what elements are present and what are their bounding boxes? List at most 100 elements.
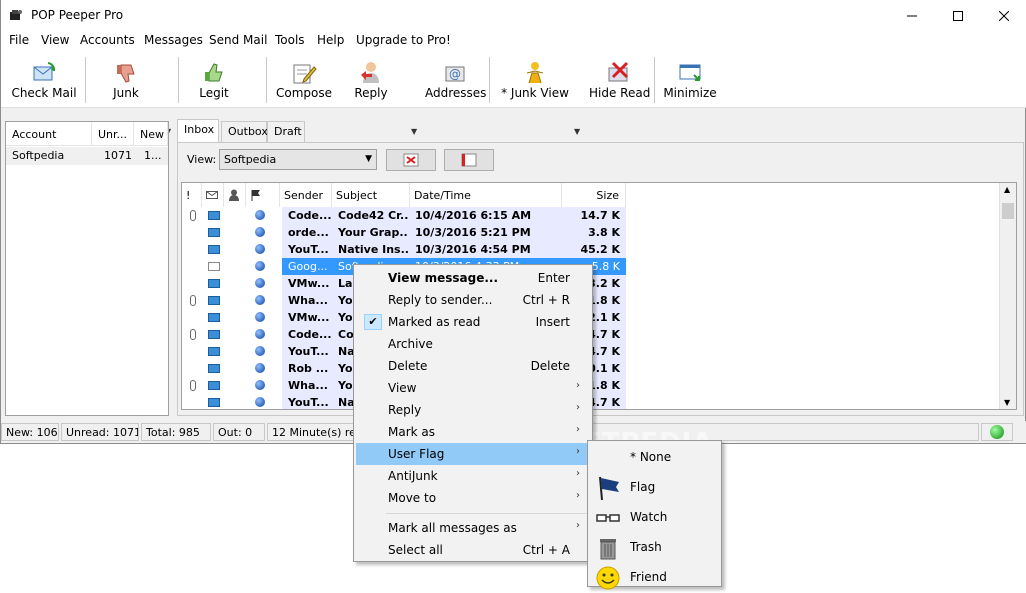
date-column-header[interactable]: Date/Time	[410, 183, 562, 207]
chevron-right-icon: ›	[576, 402, 580, 413]
context-menu-item[interactable]: User Flag ›	[356, 443, 590, 465]
envelope-icon	[208, 228, 220, 237]
unread-column-header[interactable]: Unr...	[92, 122, 134, 146]
context-menu-item[interactable]: AntiJunk ›	[356, 465, 590, 487]
close-button[interactable]	[981, 0, 1026, 31]
context-menu-item[interactable]: View ›	[356, 377, 590, 399]
tab-inbox[interactable]: Inbox	[177, 119, 219, 142]
status-total: Total: 985	[141, 423, 211, 441]
flag-option-flag[interactable]: Flag	[590, 473, 720, 503]
contact-column-header[interactable]	[224, 183, 246, 207]
size-column-header[interactable]: Size	[562, 183, 626, 207]
junk-button[interactable]: Junk	[97, 55, 155, 105]
envelope-icon	[208, 296, 220, 305]
flag-option-friend[interactable]: Friend	[590, 563, 720, 593]
message-subject: Code42 Cr...	[338, 209, 408, 222]
subject-column-header[interactable]: Subject	[332, 183, 410, 207]
menu-item-label: Mark as	[388, 425, 436, 439]
delete-view-icon	[403, 153, 419, 167]
menu-help[interactable]: Help	[317, 33, 344, 47]
scroll-down-arrow[interactable]: ▼	[1004, 398, 1010, 407]
addresses-button[interactable]: @ Addresses	[425, 55, 487, 105]
context-menu-item[interactable]: View message... Enter	[356, 267, 590, 289]
delete-view-button[interactable]	[386, 149, 436, 171]
tab-draft[interactable]: Draft	[267, 121, 305, 142]
status-dot-icon	[255, 210, 265, 220]
menu-accounts[interactable]: Accounts	[80, 33, 135, 47]
title-bar: POP Peeper Pro	[1, 0, 1026, 31]
menu-item-label: Archive	[388, 337, 433, 351]
table-row[interactable]: YouT... Native Ins... 10/3/2016 4:54 PM 45.…	[182, 241, 802, 258]
flag-option-none[interactable]: * None	[590, 443, 720, 473]
table-row[interactable]: Code... Code42 Cr... 10/4/2016 6:15 AM 14.7…	[182, 207, 802, 224]
minimize-to-tray-button[interactable]: Minimize	[661, 55, 719, 105]
legit-label: Legit	[199, 86, 229, 100]
status-dot-icon	[255, 244, 265, 254]
context-menu-item[interactable]: Mark all messages as ›	[356, 517, 590, 539]
new-column-header[interactable]: New	[134, 122, 168, 146]
compose-label: Compose	[275, 86, 332, 100]
context-menu-item[interactable]: Reply ›	[356, 399, 590, 421]
chevron-right-icon: ›	[576, 446, 580, 457]
reply-button[interactable]: Reply	[345, 55, 397, 105]
checkmark-icon: ✔	[364, 314, 382, 330]
minimize-label: Minimize	[663, 86, 717, 100]
message-sender: Wha...	[288, 294, 328, 307]
reply-icon	[361, 62, 379, 83]
message-sender: Code...	[288, 209, 332, 222]
sender-column-header[interactable]: Sender	[280, 183, 332, 207]
context-menu-item[interactable]: Move to ›	[356, 487, 590, 509]
vertical-scrollbar[interactable]: ▲ ▼	[999, 183, 1016, 409]
menu-tools[interactable]: Tools	[275, 33, 305, 47]
status-unread: Unread: 1071	[61, 423, 139, 441]
junk-view-dropdown-icon[interactable]: ▼	[574, 127, 580, 136]
new-view-button[interactable]	[444, 149, 494, 171]
account-column-header[interactable]: Account	[6, 122, 92, 146]
legit-button[interactable]: Legit	[187, 55, 241, 105]
context-menu: View message... Enter Reply to sender... Ct…	[353, 264, 593, 562]
menu-messages[interactable]: Messages	[144, 33, 203, 47]
message-sender: orde...	[288, 226, 329, 239]
tab-outbox[interactable]: Outbox	[221, 121, 268, 142]
toolbar-separator	[654, 57, 655, 103]
reply-dropdown-icon[interactable]: ▼	[411, 127, 417, 136]
view-select[interactable]: Softpedia ▼	[219, 149, 377, 170]
priority-column-header[interactable]: !	[182, 183, 202, 207]
flag-option-watch[interactable]: Watch	[590, 503, 720, 533]
addresses-label: Addresses	[425, 86, 487, 100]
context-menu-item[interactable]: Reply to sender... Ctrl + R	[356, 289, 590, 311]
account-row[interactable]: Softpedia 1071 1...	[6, 147, 168, 165]
flag-option-label: Watch	[630, 510, 668, 524]
table-row[interactable]: orde... Your Grap... 10/3/2016 5:21 PM 3.8 …	[182, 224, 802, 241]
context-menu-item[interactable]: Select all Ctrl + A	[356, 539, 590, 561]
scroll-thumb[interactable]	[1002, 203, 1014, 219]
scroll-up-arrow[interactable]: ▲	[1004, 185, 1010, 194]
thumbs-down-icon	[117, 64, 135, 83]
context-menu-item[interactable]: ✔ Marked as read Insert	[356, 311, 590, 333]
flag-column-header[interactable]	[246, 183, 280, 207]
menu-file[interactable]: File	[9, 33, 29, 47]
hide-read-button[interactable]: Hide Read	[589, 55, 650, 105]
menu-item-shortcut: Ctrl + R	[522, 293, 570, 307]
read-status-column-header[interactable]	[202, 183, 224, 207]
minimize-button[interactable]	[889, 0, 935, 31]
message-sender: Goog...	[288, 260, 328, 273]
menu-upgrade[interactable]: Upgrade to Pro!	[356, 33, 451, 47]
status-out: Out: 0	[213, 423, 265, 441]
message-list: ! Sender Subject Date/Time Size Code... C…	[181, 182, 1017, 410]
junk-view-button[interactable]: * Junk View	[499, 55, 571, 105]
chevron-down-icon: ▼	[365, 154, 372, 164]
compose-button[interactable]: Compose	[273, 55, 335, 105]
maximize-button[interactable]	[935, 0, 981, 31]
flag-icon	[599, 476, 619, 501]
menu-send-mail[interactable]: Send Mail	[209, 33, 267, 47]
context-menu-item[interactable]: Archive	[356, 333, 590, 355]
context-menu-item[interactable]: Mark as ›	[356, 421, 590, 443]
message-sender: YouT...	[288, 243, 329, 256]
check-mail-button[interactable]: Check Mail	[7, 55, 81, 105]
message-size: 3.8 K	[588, 226, 620, 239]
context-menu-item[interactable]: Delete Delete	[356, 355, 590, 377]
menu-item-label: Delete	[388, 359, 428, 373]
flag-option-trash[interactable]: Trash	[590, 533, 720, 563]
menu-view[interactable]: View	[41, 33, 69, 47]
